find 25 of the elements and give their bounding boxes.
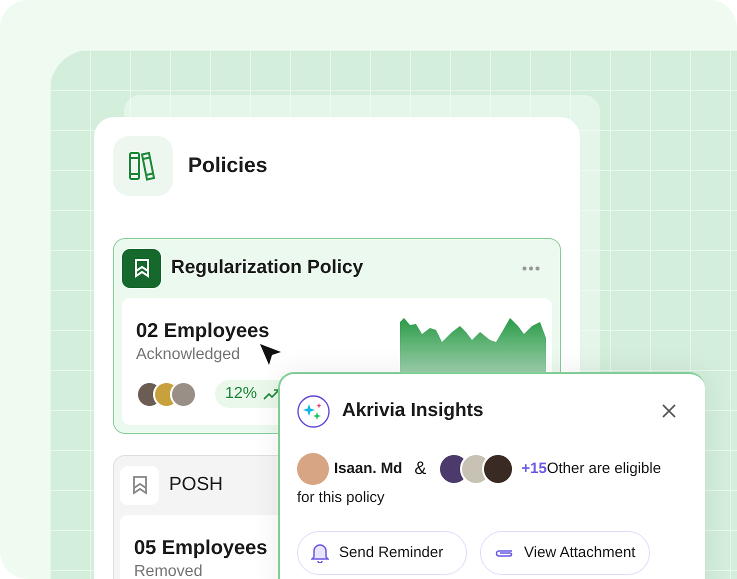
page-title: Policies bbox=[188, 153, 268, 180]
more-icon[interactable] bbox=[522, 266, 540, 270]
avatar bbox=[297, 452, 329, 484]
eligibility-message: Other are eligible bbox=[546, 459, 662, 479]
status-label: Acknowledged bbox=[136, 345, 240, 365]
bookmark-icon bbox=[120, 466, 159, 504]
status-label: Removed bbox=[134, 562, 202, 579]
person-name: Isaan. Md bbox=[334, 459, 402, 479]
popover-title: Akrivia Insights bbox=[342, 398, 484, 423]
bookmark-icon bbox=[122, 248, 161, 288]
paperclip-icon bbox=[494, 547, 514, 559]
action-button[interactable]: Send Reminder bbox=[297, 531, 467, 575]
books-icon bbox=[113, 136, 173, 196]
eligibility-message: for this policy bbox=[297, 488, 385, 508]
bell-icon bbox=[311, 543, 329, 563]
ampersand: & bbox=[414, 457, 426, 480]
policy-title: Regularization Policy bbox=[171, 256, 364, 280]
cursor-icon bbox=[259, 343, 283, 367]
extra-count: +15 bbox=[521, 459, 547, 479]
action-button[interactable]: View Attachment bbox=[480, 531, 650, 575]
policy-title: POSH bbox=[169, 472, 223, 497]
sparkles-icon bbox=[297, 394, 330, 428]
close-icon[interactable] bbox=[662, 404, 676, 418]
employee-count: 05 Employees bbox=[134, 536, 268, 561]
employee-count: 02 Employees bbox=[136, 319, 270, 344]
